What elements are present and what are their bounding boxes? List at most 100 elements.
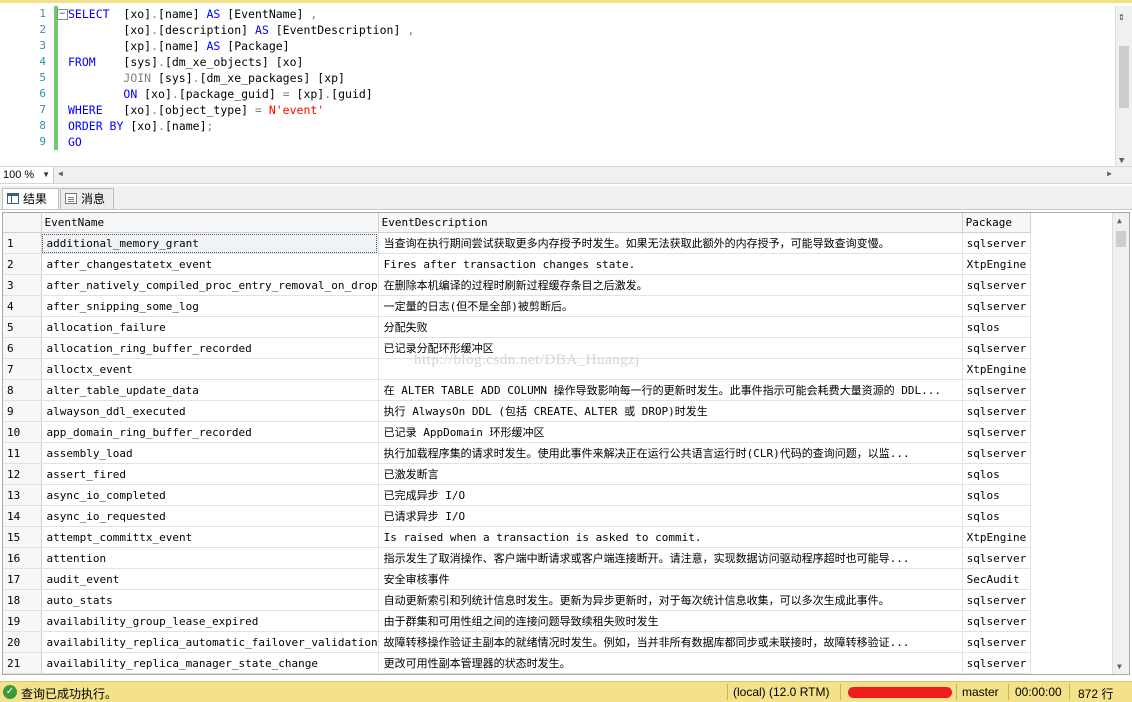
package-cell[interactable]: sqlserver <box>962 421 1031 443</box>
row-number-cell[interactable]: 1 <box>3 232 42 254</box>
query-editor[interactable]: 123456789 − SELECT [xo].[name] AS [Event… <box>0 0 1132 169</box>
table-row[interactable]: 5 allocation_failure 分配失败 sqlos <box>3 316 1031 338</box>
eventdescription-cell[interactable]: 已记录 AppDomain 环形缓冲区 <box>378 421 963 443</box>
editor-scroll-thumb[interactable] <box>1119 46 1129 108</box>
row-number-cell[interactable]: 13 <box>3 484 42 506</box>
table-row[interactable]: 16 attention 指示发生了取消操作、客户端中断请求或客户端连接断开。请注意… <box>3 547 1031 569</box>
eventname-cell[interactable]: allocation_ring_buffer_recorded <box>41 337 379 359</box>
package-cell[interactable]: sqlserver <box>962 295 1031 317</box>
table-row[interactable]: 3 after_natively_compiled_proc_entry_remo… <box>3 274 1031 296</box>
eventname-cell[interactable]: attempt_committx_event <box>41 526 379 548</box>
eventdescription-cell[interactable]: Fires after transaction changes state. <box>378 253 963 275</box>
row-number-cell[interactable]: 21 <box>3 652 42 674</box>
eventdescription-cell[interactable]: 已激发断言 <box>378 463 963 485</box>
eventdescription-cell[interactable]: 故障转移操作验证主副本的就绪情况时发生。例如，当并非所有数据库都同步或未联接时，… <box>378 631 963 653</box>
eventname-cell[interactable]: audit_event <box>41 568 379 590</box>
table-row[interactable]: 2 after_changestatetx_event Fires after tr… <box>3 253 1031 275</box>
column-header-eventdescription[interactable]: EventDescription <box>378 213 963 233</box>
row-number-cell[interactable]: 19 <box>3 610 42 632</box>
eventdescription-cell[interactable]: 当查询在执行期间尝试获取更多内存授予时发生。如果无法获取此额外的内存授予，可能导… <box>378 232 963 254</box>
table-row[interactable]: 14 async_io_requested 已请求异步 I/O sqlos <box>3 505 1031 527</box>
eventname-cell[interactable]: after_changestatetx_event <box>41 253 379 275</box>
table-row[interactable]: 12 assert_fired 已激发断言 sqlos <box>3 463 1031 485</box>
package-cell[interactable]: sqlos <box>962 484 1031 506</box>
code-line[interactable]: [xp].[name] AS [Package] <box>60 38 1112 54</box>
row-number-cell[interactable]: 10 <box>3 421 42 443</box>
eventdescription-cell[interactable]: 已请求异步 I/O <box>378 505 963 527</box>
code-line[interactable]: SELECT [xo].[name] AS [EventName] , <box>60 6 1112 22</box>
eventname-cell[interactable]: availability_replica_manager_state_chang… <box>41 652 379 674</box>
eventname-cell[interactable]: availability_group_lease_expired <box>41 610 379 632</box>
row-number-cell[interactable]: 18 <box>3 589 42 611</box>
row-number-cell[interactable]: 2 <box>3 253 42 275</box>
eventdescription-cell[interactable]: 在删除本机编译的过程时刷新过程缓存条目之后激发。 <box>378 274 963 296</box>
sql-code[interactable]: SELECT [xo].[name] AS [EventName] , [xo]… <box>60 6 1112 150</box>
package-cell[interactable]: sqlserver <box>962 442 1031 464</box>
eventname-cell[interactable]: assert_fired <box>41 463 379 485</box>
results-grid[interactable]: EventName EventDescription Package 1 addi… <box>2 212 1130 675</box>
eventdescription-cell[interactable]: 一定量的日志(但不是全部)被剪断后。 <box>378 295 963 317</box>
row-number-cell[interactable]: 5 <box>3 316 42 338</box>
table-row[interactable]: 4 after_snipping_some_log 一定量的日志(但不是全部)被剪断… <box>3 295 1031 317</box>
table-row[interactable]: 19 availability_group_lease_expired 由于群集和可… <box>3 610 1031 632</box>
package-cell[interactable]: sqlos <box>962 316 1031 338</box>
eventdescription-cell[interactable]: 执行 AlwaysOn DDL (包括 CREATE、ALTER 或 DROP)… <box>378 400 963 422</box>
eventname-cell[interactable]: alloctx_event <box>41 358 379 380</box>
grid-scroll-thumb[interactable] <box>1116 231 1126 247</box>
row-number-header[interactable] <box>3 213 42 233</box>
row-number-cell[interactable]: 11 <box>3 442 42 464</box>
code-line[interactable]: [xo].[description] AS [EventDescription]… <box>60 22 1112 38</box>
package-cell[interactable]: sqlserver <box>962 274 1031 296</box>
code-line[interactable]: WHERE [xo].[object_type] = N'event' <box>60 102 1112 118</box>
eventname-cell[interactable]: alter_table_update_data <box>41 379 379 401</box>
row-number-cell[interactable]: 4 <box>3 295 42 317</box>
row-number-cell[interactable]: 17 <box>3 568 42 590</box>
row-number-cell[interactable]: 3 <box>3 274 42 296</box>
package-cell[interactable]: sqlserver <box>962 232 1031 254</box>
table-row[interactable]: 21 availability_replica_manager_state_cha… <box>3 652 1031 674</box>
row-number-cell[interactable]: 6 <box>3 337 42 359</box>
package-cell[interactable]: sqlos <box>962 505 1031 527</box>
package-cell[interactable]: sqlserver <box>962 379 1031 401</box>
table-row[interactable]: 13 async_io_completed 已完成异步 I/O sqlos <box>3 484 1031 506</box>
eventname-cell[interactable]: after_snipping_some_log <box>41 295 379 317</box>
row-number-cell[interactable]: 7 <box>3 358 42 380</box>
eventdescription-cell[interactable]: 更改可用性副本管理器的状态时发生。 <box>378 652 963 674</box>
editor-vertical-scrollbar[interactable]: ⇕ ▼ <box>1115 6 1132 169</box>
package-cell[interactable]: sqlserver <box>962 400 1031 422</box>
package-cell[interactable]: sqlserver <box>962 610 1031 632</box>
code-line[interactable]: GO <box>60 134 1112 150</box>
row-number-cell[interactable]: 12 <box>3 463 42 485</box>
eventdescription-cell[interactable]: 已完成异步 I/O <box>378 484 963 506</box>
table-row[interactable]: 8 alter_table_update_data 在 ALTER TABLE AD… <box>3 379 1031 401</box>
eventname-cell[interactable]: attention <box>41 547 379 569</box>
table-row[interactable]: 10 app_domain_ring_buffer_recorded 已记录 App… <box>3 421 1031 443</box>
eventdescription-cell[interactable]: 指示发生了取消操作、客户端中断请求或客户端连接断开。请注意，实现数据访问驱动程序… <box>378 547 963 569</box>
eventname-cell[interactable]: app_domain_ring_buffer_recorded <box>41 421 379 443</box>
scroll-left-icon[interactable]: ◀ <box>58 169 63 178</box>
package-cell[interactable]: sqlserver <box>962 631 1031 653</box>
package-cell[interactable]: XtpEngine <box>962 358 1031 380</box>
eventdescription-cell[interactable]: 执行加载程序集的请求时发生。使用此事件来解决正在运行公共语言运行时(CLR)代码… <box>378 442 963 464</box>
zoom-level-select[interactable]: 100 % ▼ <box>0 167 54 183</box>
eventname-cell[interactable]: allocation_failure <box>41 316 379 338</box>
eventdescription-cell[interactable] <box>378 358 963 380</box>
table-row[interactable]: 11 assembly_load 执行加载程序集的请求时发生。使用此事件来解决正在运… <box>3 442 1031 464</box>
table-row[interactable]: 7 alloctx_event XtpEngine <box>3 358 1031 380</box>
scroll-up-icon[interactable]: ▲ <box>1117 216 1122 225</box>
eventdescription-cell[interactable]: 安全审核事件 <box>378 568 963 590</box>
column-header-eventname[interactable]: EventName <box>41 213 379 233</box>
package-cell[interactable]: sqlos <box>962 463 1031 485</box>
package-cell[interactable]: SecAudit <box>962 568 1031 590</box>
chevron-down-icon[interactable]: ▼ <box>42 167 50 183</box>
eventdescription-cell[interactable]: 由于群集和可用性组之间的连接问题导致续租失败时发生 <box>378 610 963 632</box>
row-number-cell[interactable]: 15 <box>3 526 42 548</box>
code-line[interactable]: FROM [sys].[dm_xe_objects] [xo] <box>60 54 1112 70</box>
eventname-cell[interactable]: after_natively_compiled_proc_entry_remov… <box>41 274 379 296</box>
table-row[interactable]: 1 additional_memory_grant 当查询在执行期间尝试获取更多内存… <box>3 232 1031 254</box>
tab-messages[interactable]: 消息 <box>60 188 114 209</box>
table-row[interactable]: 17 audit_event 安全审核事件 SecAudit <box>3 568 1031 590</box>
package-cell[interactable]: sqlserver <box>962 547 1031 569</box>
eventname-cell[interactable]: additional_memory_grant <box>41 232 379 254</box>
eventname-cell[interactable]: assembly_load <box>41 442 379 464</box>
